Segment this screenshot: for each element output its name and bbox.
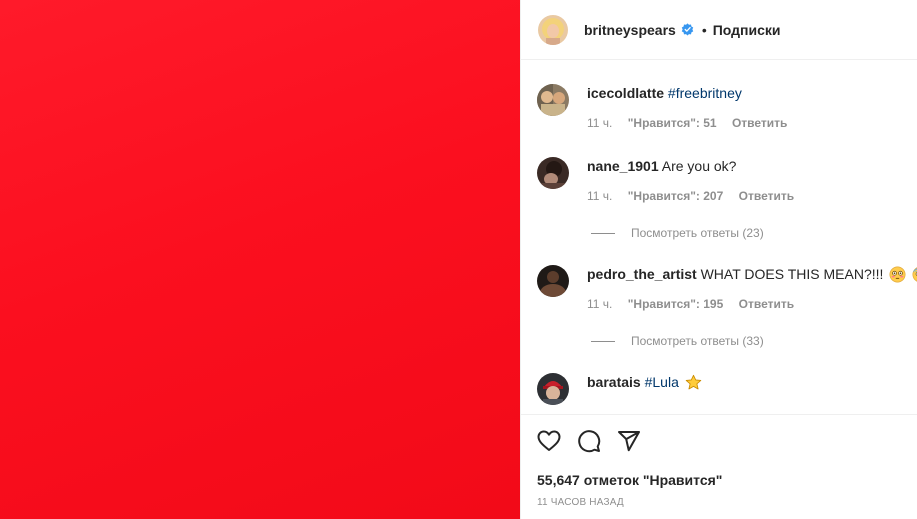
likes-count[interactable]: 55,647 отметок "Нравится" <box>537 472 722 488</box>
reply-button[interactable]: Ответить <box>739 297 794 311</box>
post-image[interactable] <box>0 0 520 519</box>
reply-button[interactable]: Ответить <box>739 189 794 203</box>
comment-hashtag[interactable]: #Lula <box>645 374 679 390</box>
header-separator: • <box>701 21 707 38</box>
comment-time[interactable]: 11 ч. <box>587 116 612 130</box>
author-username[interactable]: britneyspears <box>584 22 676 38</box>
comment-icon[interactable] <box>577 429 601 453</box>
comment-time[interactable]: 11 ч. <box>587 189 612 203</box>
replies-divider <box>591 340 615 342</box>
view-replies-label: Посмотреть ответы (23) <box>631 226 764 240</box>
comment-username[interactable]: baratais <box>587 374 641 390</box>
action-icons <box>537 429 657 453</box>
commenter-avatar[interactable] <box>537 157 569 189</box>
comment-text: Are you ok? <box>661 158 737 174</box>
post-actions: 55,647 отметок "Нравится" 11 ЧАСОВ НАЗАД <box>521 414 917 519</box>
commenter-avatar[interactable] <box>537 265 569 297</box>
comment-likes[interactable]: "Нравится": 51 <box>628 116 717 130</box>
following-button[interactable]: Подписки <box>713 22 781 38</box>
fearful-face-icon <box>912 267 917 282</box>
comments-list[interactable]: icecoldlatte #freebritney 11 ч. "Нравитс… <box>521 60 917 414</box>
comment-username[interactable]: nane_1901 <box>587 158 659 174</box>
reply-button[interactable]: Ответить <box>732 116 787 130</box>
comment-time[interactable]: 11 ч. <box>587 297 612 311</box>
view-replies-label: Посмотреть ответы (33) <box>631 334 764 348</box>
comment-text: WHAT DOES THIS MEAN?!!! <box>700 266 884 282</box>
heart-icon[interactable] <box>537 429 561 453</box>
flushed-face-icon <box>889 266 906 283</box>
comment-likes[interactable]: "Нравится": 195 <box>628 297 724 311</box>
comment-hashtag[interactable]: #freebritney <box>668 85 742 101</box>
star-icon <box>685 374 701 390</box>
post-details-panel: britneyspears • Подписки icecoldlatte #f… <box>520 0 917 519</box>
comment-username[interactable]: icecoldlatte <box>587 85 664 101</box>
share-icon[interactable] <box>617 429 641 453</box>
view-replies-button[interactable]: Посмотреть ответы (33) <box>591 334 764 348</box>
post-timestamp[interactable]: 11 ЧАСОВ НАЗАД <box>537 497 624 508</box>
comment-username[interactable]: pedro_the_artist <box>587 266 697 282</box>
replies-divider <box>591 232 615 234</box>
author-avatar[interactable] <box>538 14 568 45</box>
commenter-avatar[interactable] <box>537 84 569 116</box>
verified-badge-icon <box>681 23 694 36</box>
comment-likes[interactable]: "Нравится": 207 <box>628 189 724 203</box>
view-replies-button[interactable]: Посмотреть ответы (23) <box>591 226 764 240</box>
post-header: britneyspears • Подписки <box>521 0 917 60</box>
commenter-avatar[interactable] <box>537 373 569 405</box>
